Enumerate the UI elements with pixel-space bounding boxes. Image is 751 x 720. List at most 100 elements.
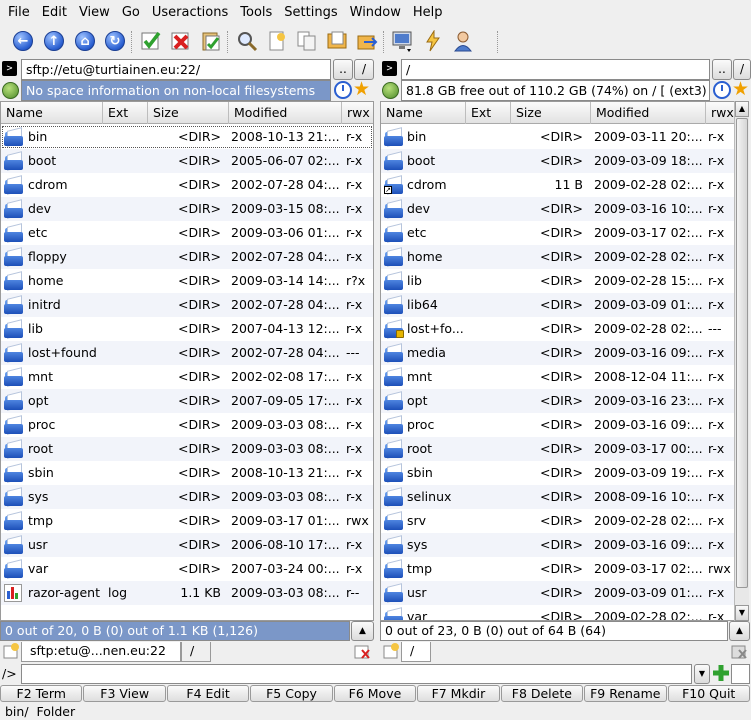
column-ext[interactable]: Ext — [466, 102, 511, 124]
menu-tools[interactable]: Tools — [234, 5, 278, 20]
column-rwx[interactable]: rwx — [706, 102, 734, 124]
up-icon[interactable]: ↑ — [40, 27, 68, 55]
right-path-field[interactable]: / — [401, 59, 710, 80]
column-rwx[interactable]: rwx — [342, 102, 373, 124]
left-tab-root[interactable]: / — [181, 642, 211, 662]
file-row[interactable]: proc <DIR> 2009-03-16 09:... r-x — [381, 413, 734, 437]
new-tab-icon[interactable] — [382, 642, 402, 662]
file-row[interactable]: etc <DIR> 2009-03-06 01:... r-x — [1, 221, 373, 245]
file-row[interactable]: home <DIR> 2009-02-28 02:... r-x — [381, 245, 734, 269]
file-row[interactable]: lib <DIR> 2009-02-28 15:... r-x — [381, 269, 734, 293]
left-parent-dir-button[interactable]: .. — [333, 59, 353, 80]
delete-icon[interactable] — [167, 27, 195, 55]
file-row[interactable]: media <DIR> 2009-03-16 09:... r-x — [381, 341, 734, 365]
left-panel-toggle-icon[interactable]: ▲ — [351, 621, 374, 641]
column-modified[interactable]: Modified — [229, 102, 342, 124]
file-row[interactable]: lib <DIR> 2007-04-13 12:... r-x — [1, 317, 373, 341]
network-icon[interactable] — [389, 27, 417, 55]
file-row[interactable]: home <DIR> 2009-03-14 14:... r?x — [1, 269, 373, 293]
menu-go[interactable]: Go — [116, 5, 146, 20]
file-row[interactable]: bin <DIR> 2008-10-13 21:... r-x — [1, 125, 373, 149]
left-tab-active[interactable]: sftp:etu@...nen.eu:22 — [21, 642, 181, 662]
menu-window[interactable]: Window — [344, 5, 407, 20]
copy-to-icon[interactable] — [323, 27, 351, 55]
file-row[interactable]: lost+fo... <DIR> 2009-02-28 02:... --- — [381, 317, 734, 341]
home-icon[interactable]: ⌂ — [71, 27, 99, 55]
file-row[interactable]: usr <DIR> 2006-08-10 17:... r-x — [1, 533, 373, 557]
fkey-rename-button[interactable]: F9 Rename — [584, 685, 667, 702]
select-all-icon[interactable] — [137, 27, 165, 55]
menu-file[interactable]: File — [2, 5, 36, 20]
file-row[interactable]: selinux <DIR> 2008-09-16 10:... r-x — [381, 485, 734, 509]
column-name[interactable]: Name — [1, 102, 103, 124]
right-tab-root[interactable]: / — [401, 642, 431, 662]
fkey-view-button[interactable]: F3 View — [83, 685, 166, 702]
file-row[interactable]: floppy <DIR> 2002-07-28 04:... r-x — [1, 245, 373, 269]
file-row[interactable]: cdrom <DIR> 2002-07-28 04:... r-x — [1, 173, 373, 197]
fkey-copy-button[interactable]: F5 Copy — [250, 685, 333, 702]
close-tab-icon[interactable] — [353, 642, 373, 662]
right-root-dir-button[interactable]: / — [733, 59, 751, 80]
menu-useractions[interactable]: Useractions — [146, 5, 234, 20]
file-row[interactable]: opt <DIR> 2007-09-05 17:... r-x — [1, 389, 373, 413]
file-row[interactable]: sys <DIR> 2009-03-16 09:... r-x — [381, 533, 734, 557]
file-row[interactable]: root <DIR> 2009-03-17 00:... r-x — [381, 437, 734, 461]
left-root-dir-button[interactable]: / — [354, 59, 374, 80]
file-row[interactable]: tmp <DIR> 2009-03-17 02:... rwx — [381, 557, 734, 581]
add-icon[interactable] — [712, 664, 730, 682]
fkey-edit-button[interactable]: F4 Edit — [166, 685, 250, 702]
menu-settings[interactable]: Settings — [278, 5, 343, 20]
terminal-output-toggle[interactable] — [731, 664, 750, 684]
file-row[interactable]: etc <DIR> 2009-03-17 02:... r-x — [381, 221, 734, 245]
quickconnect-icon[interactable] — [419, 27, 447, 55]
command-line-input[interactable] — [21, 664, 692, 684]
column-ext[interactable]: Ext — [103, 102, 148, 124]
fkey-delete-button[interactable]: F8 Delete — [500, 685, 584, 702]
file-row[interactable]: proc <DIR> 2009-03-03 08:... r-x — [1, 413, 373, 437]
scroll-up-icon[interactable]: ▲ — [735, 101, 749, 117]
new-file-icon[interactable] — [263, 27, 291, 55]
file-row[interactable]: sys <DIR> 2009-03-03 08:... r-x — [1, 485, 373, 509]
terminal-icon[interactable]: > — [382, 61, 397, 76]
right-panel-toggle-icon[interactable]: ▲ — [729, 621, 750, 641]
column-name[interactable]: Name — [381, 102, 466, 124]
close-tab-icon[interactable] — [730, 642, 750, 662]
scroll-down-icon[interactable]: ▼ — [735, 605, 749, 621]
menu-help[interactable]: Help — [407, 5, 449, 20]
disk-usage-icon[interactable] — [2, 82, 19, 99]
file-row[interactable]: lost+found <DIR> 2002-07-28 04:... --- — [1, 341, 373, 365]
history-icon[interactable] — [334, 81, 352, 99]
back-icon[interactable]: ← — [9, 27, 37, 55]
menu-view[interactable]: View — [73, 5, 116, 20]
terminal-icon[interactable]: > — [2, 61, 17, 76]
column-size[interactable]: Size — [511, 102, 591, 124]
file-row[interactable]: mnt <DIR> 2002-02-08 17:... r-x — [1, 365, 373, 389]
file-row[interactable]: lib64 <DIR> 2009-03-09 01:... r-x — [381, 293, 734, 317]
file-row[interactable]: dev <DIR> 2009-03-15 08:... r-x — [1, 197, 373, 221]
file-row[interactable]: srv <DIR> 2009-02-28 02:... r-x — [381, 509, 734, 533]
column-modified[interactable]: Modified — [591, 102, 706, 124]
file-row[interactable]: sbin <DIR> 2008-10-13 21:... r-x — [1, 461, 373, 485]
file-row[interactable]: dev <DIR> 2009-03-16 10:... r-x — [381, 197, 734, 221]
file-row[interactable]: usr <DIR> 2009-03-09 01:... r-x — [381, 581, 734, 605]
file-row[interactable]: tmp <DIR> 2009-03-17 01:... rwx — [1, 509, 373, 533]
disk-usage-icon[interactable] — [382, 82, 399, 99]
file-row[interactable]: var <DIR> 2009-02-28 02:... r-x — [381, 605, 734, 620]
file-row[interactable]: initrd <DIR> 2002-07-28 04:... r-x — [1, 293, 373, 317]
file-row[interactable]: boot <DIR> 2005-06-07 02:... r-x — [1, 149, 373, 173]
file-row[interactable]: razor-agent log 1.1 KB 2009-03-03 08:... r-- — [1, 581, 373, 605]
file-row[interactable]: mnt <DIR> 2008-12-04 11:... r-x — [381, 365, 734, 389]
file-row[interactable]: sbin <DIR> 2009-03-09 19:... r-x — [381, 461, 734, 485]
search-icon[interactable] — [233, 27, 261, 55]
right-parent-dir-button[interactable]: .. — [712, 59, 732, 80]
new-tab-icon[interactable] — [2, 642, 22, 662]
column-size[interactable]: Size — [148, 102, 229, 124]
scroll-thumb[interactable] — [736, 118, 748, 588]
fkey-mkdir-button[interactable]: F7 Mkdir — [417, 685, 500, 702]
file-row[interactable]: bin <DIR> 2009-03-11 20:... r-x — [381, 125, 734, 149]
fkey-term-button[interactable]: F2 Term — [0, 685, 83, 702]
bookmark-star-icon[interactable]: ★ — [353, 79, 370, 100]
left-path-field[interactable]: sftp://etu@turtiainen.eu:22/ — [21, 59, 331, 80]
file-row[interactable]: boot <DIR> 2009-03-09 18:... r-x — [381, 149, 734, 173]
move-to-icon[interactable] — [353, 27, 381, 55]
